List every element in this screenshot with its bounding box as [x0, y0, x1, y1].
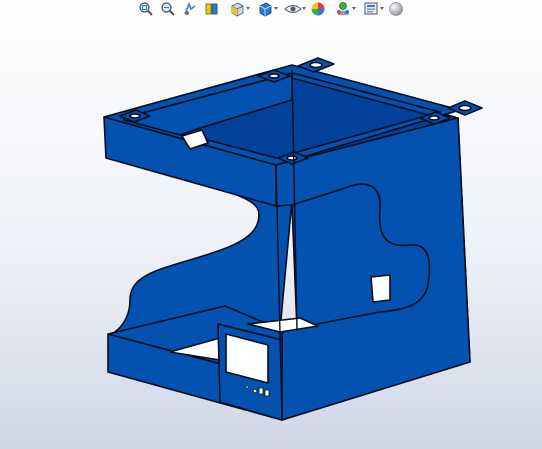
sheet-metal-enclosure-model[interactable]: [0, 0, 542, 449]
graphics-area[interactable]: [0, 0, 542, 449]
side-window-cutout: [370, 274, 391, 303]
